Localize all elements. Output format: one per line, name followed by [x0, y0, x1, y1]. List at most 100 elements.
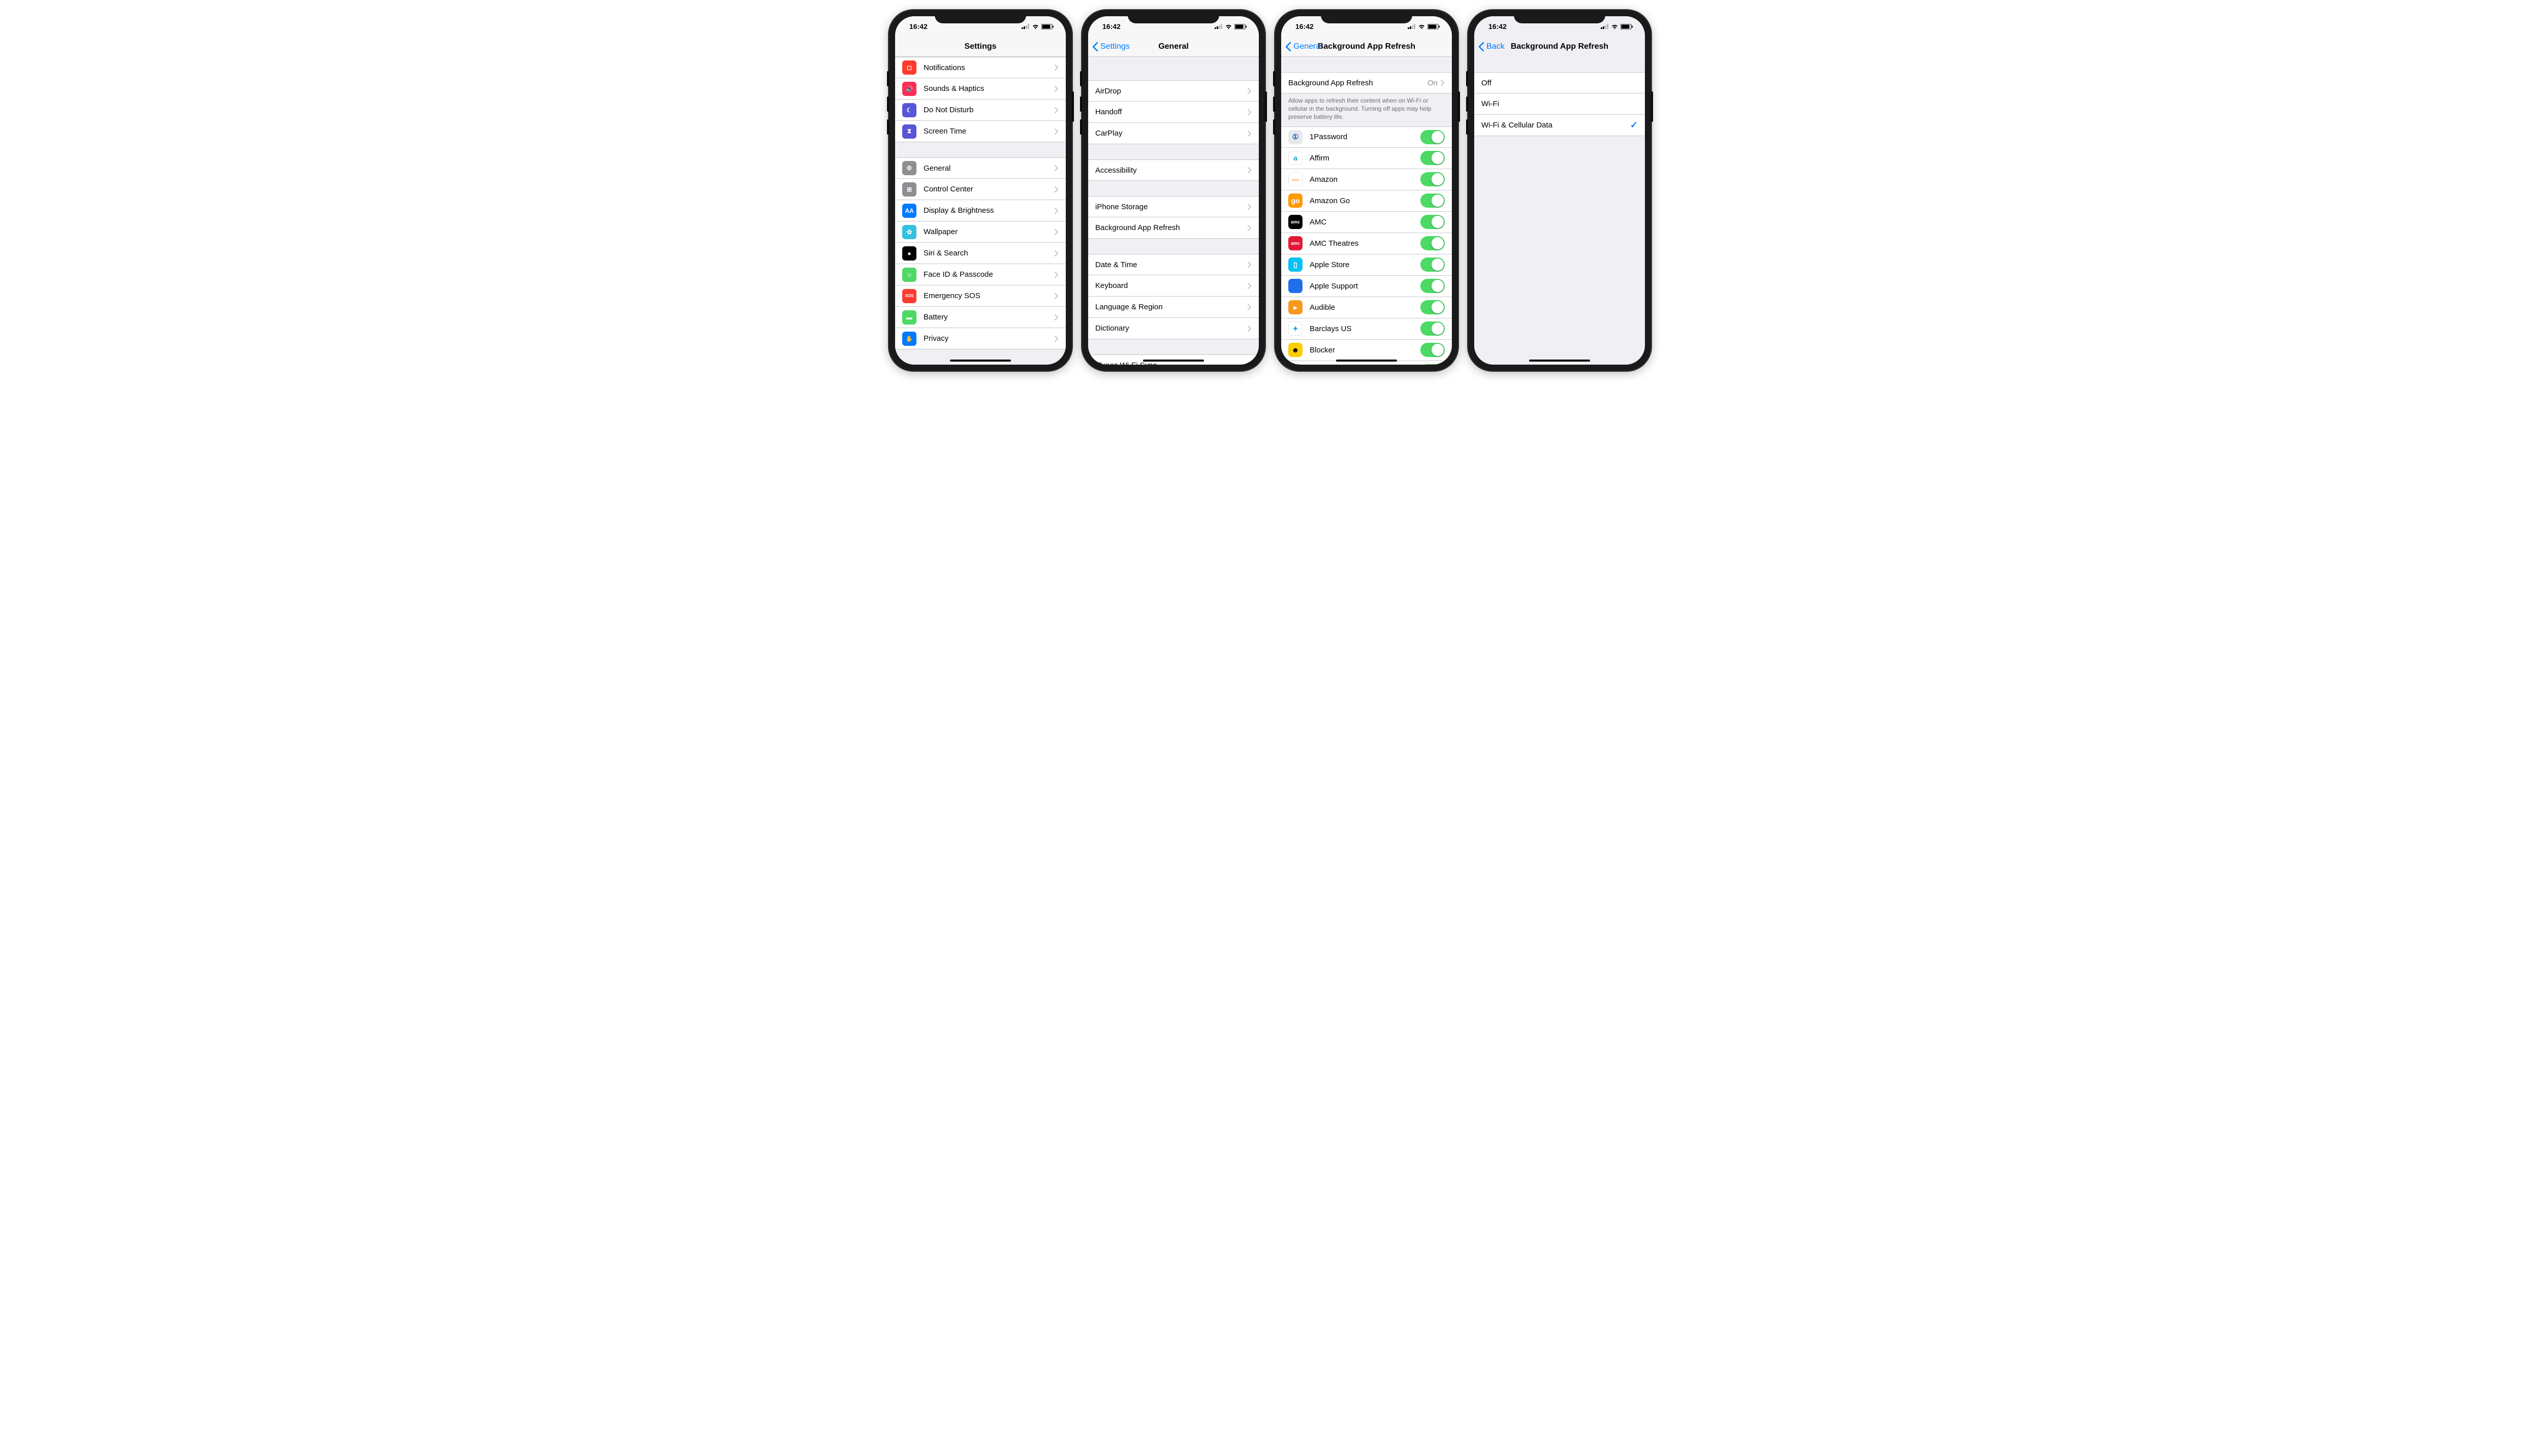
- chevron-right-icon: [1055, 272, 1059, 278]
- general-row-dictionary[interactable]: Dictionary: [1088, 318, 1259, 339]
- row-label: Date & Time: [1095, 261, 1248, 269]
- 1password-icon: ①: [1288, 130, 1303, 144]
- option-wi-fi-cellular-data[interactable]: Wi-Fi & Cellular Data ✓: [1474, 115, 1645, 136]
- content[interactable]: Off Wi-Fi Wi-Fi & Cellular Data ✓: [1474, 57, 1645, 365]
- footer-note: Allow apps to refresh their content when…: [1281, 93, 1452, 126]
- option-label: Wi-Fi & Cellular Data: [1481, 121, 1630, 130]
- home-indicator[interactable]: [1143, 360, 1204, 362]
- amc-theatres-icon: amc: [1288, 236, 1303, 250]
- app-toggle[interactable]: [1420, 279, 1445, 293]
- row-label: Control Center: [924, 185, 1055, 193]
- row-label: General: [924, 164, 1055, 173]
- settings-row-screen-time[interactable]: ⧗ Screen Time: [895, 121, 1066, 142]
- back-button[interactable]: Settings: [1088, 42, 1130, 51]
- app-toggle[interactable]: [1420, 257, 1445, 272]
- barclays-us-icon: ✦: [1288, 321, 1303, 336]
- phone-settings: 16:42 Settings ◻ Notifications 🔊 Sounds …: [889, 10, 1072, 371]
- app-row-affirm: a Affirm: [1281, 148, 1452, 169]
- content[interactable]: AirDrop Handoff CarPlay Accessibility iP…: [1088, 57, 1259, 365]
- audible-icon: ▸: [1288, 300, 1303, 314]
- app-toggle[interactable]: [1420, 364, 1445, 365]
- chevron-right-icon: [1248, 109, 1252, 115]
- wifi-icon: [1418, 24, 1425, 29]
- chevron-right-icon: [1248, 88, 1252, 94]
- apple-store-icon: ▯: [1288, 257, 1303, 272]
- chevron-right-icon: [1248, 326, 1252, 332]
- chevron-right-icon: [1055, 128, 1059, 135]
- control-center-icon: ⊞: [902, 182, 916, 197]
- settings-row-control-center[interactable]: ⊞ Control Center: [895, 179, 1066, 200]
- screen: 16:42 Settings ◻ Notifications 🔊 Sounds …: [895, 16, 1066, 365]
- phone-general: 16:42 Settings General AirDrop Handoff: [1082, 10, 1265, 371]
- app-toggle[interactable]: [1420, 193, 1445, 208]
- settings-row-wallpaper[interactable]: ✿ Wallpaper: [895, 221, 1066, 243]
- app-toggle[interactable]: [1420, 300, 1445, 314]
- general-row-accessibility[interactable]: Accessibility: [1088, 159, 1259, 181]
- row-label: Privacy: [924, 334, 1055, 343]
- settings-row-battery[interactable]: ▬ Battery: [895, 307, 1066, 328]
- row-label: Keyboard: [1095, 281, 1248, 290]
- app-row-amazon-go: go Amazon Go: [1281, 190, 1452, 212]
- content[interactable]: ◻ Notifications 🔊 Sounds & Haptics ☾ Do …: [895, 57, 1066, 365]
- phone-bg-refresh-mode: 16:42 Back Background App Refresh Off Wi…: [1468, 10, 1651, 371]
- general-row-language-region[interactable]: Language & Region: [1088, 297, 1259, 318]
- screen: 16:42 General Background App Refresh Bac…: [1281, 16, 1452, 365]
- chevron-right-icon: [1055, 229, 1059, 235]
- screen: 16:42 Back Background App Refresh Off Wi…: [1474, 16, 1645, 365]
- option-wi-fi[interactable]: Wi-Fi: [1474, 93, 1645, 115]
- app-row-barclays-us: ✦ Barclays US: [1281, 318, 1452, 340]
- settings-row-privacy[interactable]: ✋ Privacy: [895, 328, 1066, 349]
- row-label: Emergency SOS: [924, 292, 1055, 300]
- chevron-left-icon: [1092, 42, 1098, 51]
- general-row-carplay[interactable]: CarPlay: [1088, 123, 1259, 144]
- app-toggle[interactable]: [1420, 151, 1445, 165]
- general-row-iphone-storage[interactable]: iPhone Storage: [1088, 196, 1259, 217]
- general-row-background-app-refresh[interactable]: Background App Refresh: [1088, 217, 1259, 239]
- battery-icon: [1041, 24, 1054, 29]
- settings-row-do-not-disturb[interactable]: ☾ Do Not Disturb: [895, 100, 1066, 121]
- settings-row-siri-search[interactable]: ● Siri & Search: [895, 243, 1066, 264]
- nav-bar: Settings General: [1088, 37, 1259, 57]
- settings-row-notifications[interactable]: ◻ Notifications: [895, 57, 1066, 78]
- notch: [1128, 10, 1219, 23]
- app-label: Affirm: [1310, 154, 1420, 163]
- master-row[interactable]: Background App Refresh On: [1281, 72, 1452, 93]
- status-time: 16:42: [1295, 22, 1314, 30]
- chevron-right-icon: [1055, 165, 1059, 171]
- back-label: General: [1293, 42, 1322, 51]
- app-toggle[interactable]: [1420, 172, 1445, 186]
- app-label: Audible: [1310, 303, 1420, 312]
- row-label: Siri & Search: [924, 249, 1055, 257]
- face-id-passcode-icon: ☺: [902, 268, 916, 282]
- wifi-icon: [1611, 24, 1618, 29]
- settings-row-face-id-passcode[interactable]: ☺ Face ID & Passcode: [895, 264, 1066, 285]
- app-toggle[interactable]: [1420, 343, 1445, 357]
- back-label: Settings: [1100, 42, 1130, 51]
- home-indicator[interactable]: [950, 360, 1011, 362]
- app-label: Blocker: [1310, 346, 1420, 354]
- app-toggle[interactable]: [1420, 321, 1445, 336]
- general-row-handoff[interactable]: Handoff: [1088, 102, 1259, 123]
- settings-row-display-brightness[interactable]: AA Display & Brightness: [895, 200, 1066, 221]
- settings-row-sounds-haptics[interactable]: 🔊 Sounds & Haptics: [895, 78, 1066, 100]
- wallpaper-icon: ✿: [902, 225, 916, 239]
- row-label: Accessibility: [1095, 166, 1248, 175]
- general-row-airdrop[interactable]: AirDrop: [1088, 80, 1259, 102]
- check-icon: ✓: [1630, 120, 1638, 131]
- notch: [1514, 10, 1605, 23]
- screen: 16:42 Settings General AirDrop Handoff: [1088, 16, 1259, 365]
- back-button[interactable]: General: [1281, 42, 1322, 51]
- content[interactable]: Background App Refresh On Allow apps to …: [1281, 57, 1452, 365]
- settings-row-emergency-sos[interactable]: SOS Emergency SOS: [895, 285, 1066, 307]
- general-row-keyboard[interactable]: Keyboard: [1088, 275, 1259, 297]
- option-off[interactable]: Off: [1474, 72, 1645, 93]
- settings-row-general[interactable]: ⚙ General: [895, 157, 1066, 179]
- blocker-icon: ☻: [1288, 343, 1303, 357]
- app-toggle[interactable]: [1420, 236, 1445, 250]
- app-toggle[interactable]: [1420, 215, 1445, 229]
- home-indicator[interactable]: [1529, 360, 1590, 362]
- general-row-date-time[interactable]: Date & Time: [1088, 254, 1259, 275]
- back-button[interactable]: Back: [1474, 42, 1505, 51]
- home-indicator[interactable]: [1336, 360, 1397, 362]
- app-toggle[interactable]: [1420, 130, 1445, 144]
